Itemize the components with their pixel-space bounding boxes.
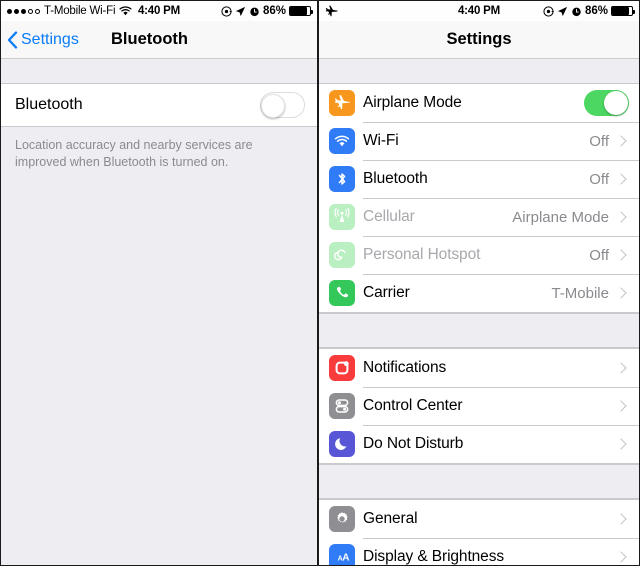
- chevron-right-icon: [615, 173, 627, 185]
- group-spacer: [319, 464, 639, 499]
- do-not-disturb-moon-icon: [329, 431, 355, 457]
- chevron-right-icon: [615, 513, 627, 525]
- row-separator: [363, 122, 639, 123]
- settings-row-personal-hotspot: Personal Hotspot Off: [319, 236, 639, 274]
- control-center-icon: [329, 393, 355, 419]
- settings-groups: Airplane Mode Wi-Fi Off Bluetooth Off Cellula…: [319, 83, 639, 565]
- back-button[interactable]: Settings: [1, 31, 79, 49]
- chevron-right-icon: [615, 135, 627, 147]
- status-bar-indicators-right: 86%: [543, 5, 635, 17]
- back-button-label: Settings: [21, 30, 79, 48]
- settings-row-label: Bluetooth: [363, 170, 428, 187]
- settings-row-do-not-disturb[interactable]: Do Not Disturb: [319, 425, 639, 463]
- personal-hotspot-icon: [329, 242, 355, 268]
- row-separator: [363, 538, 639, 539]
- chevron-left-icon: [7, 30, 18, 49]
- dual-screenshot: T-Mobile Wi-Fi 4:40 PM 86% Settings Blue…: [0, 0, 640, 566]
- settings-group: Airplane Mode Wi-Fi Off Bluetooth Off Cellula…: [319, 83, 639, 313]
- battery-icon: [289, 6, 313, 16]
- settings-row-label: Airplane Mode: [363, 94, 462, 111]
- location-arrow-icon: [235, 6, 246, 17]
- alarm-clock-icon: [249, 6, 260, 17]
- battery-icon: [611, 6, 635, 16]
- bluetooth-toggle-switch[interactable]: [260, 92, 305, 118]
- settings-row-label: Cellular: [363, 208, 415, 225]
- settings-row-label: Carrier: [363, 284, 410, 301]
- settings-row-value: T-Mobile: [551, 284, 609, 302]
- top-spacer: [1, 59, 317, 83]
- svg-text:A: A: [342, 552, 349, 563]
- airplane-mode-toggle-switch[interactable]: [584, 90, 629, 116]
- settings-group: Notifications Control Center Do Not Distur…: [319, 348, 639, 464]
- alarm-clock-icon: [571, 6, 582, 17]
- bluetooth-settings-screen: T-Mobile Wi-Fi 4:40 PM 86% Settings Blue…: [0, 0, 318, 566]
- status-bar-indicators-left: 86%: [221, 5, 313, 17]
- chevron-right-icon: [615, 438, 627, 450]
- row-separator: [363, 160, 639, 161]
- battery-percent-label: 86%: [262, 5, 286, 17]
- settings-row-display-brightness[interactable]: A A Display & Brightness: [319, 538, 639, 565]
- notifications-icon: [329, 355, 355, 381]
- row-separator: [363, 425, 639, 426]
- location-arrow-icon: [557, 6, 568, 17]
- settings-row-wi-fi[interactable]: Wi-Fi Off: [319, 122, 639, 160]
- settings-row-bluetooth[interactable]: Bluetooth Off: [319, 160, 639, 198]
- settings-row-label: Control Center: [363, 397, 463, 414]
- settings-row-value: Off: [589, 246, 609, 264]
- chevron-right-icon: [615, 400, 627, 412]
- chevron-right-icon: [615, 551, 627, 563]
- gear-icon: [329, 506, 355, 532]
- settings-row-label: Wi-Fi: [363, 132, 399, 149]
- battery-percent-label: 86%: [584, 5, 608, 17]
- settings-row-cellular: Cellular Airplane Mode: [319, 198, 639, 236]
- rotation-lock-icon: [543, 5, 554, 17]
- display-brightness-aa-icon: AA: [329, 544, 355, 565]
- settings-main-screen: 4:40 PM 86% Settings Airplane Mode Wi-Fi…: [318, 0, 640, 566]
- settings-row-label: Do Not Disturb: [363, 435, 464, 452]
- settings-row-notifications[interactable]: Notifications: [319, 349, 639, 387]
- settings-row-control-center[interactable]: Control Center: [319, 387, 639, 425]
- bluetooth-icon: [329, 166, 355, 192]
- row-separator: [363, 274, 639, 275]
- settings-row-carrier[interactable]: Carrier T-Mobile: [319, 274, 639, 312]
- row-separator: [363, 198, 639, 199]
- page-title: Settings: [446, 30, 512, 48]
- status-bar-left: T-Mobile Wi-Fi 4:40 PM 86%: [1, 1, 317, 21]
- chevron-right-icon: [615, 362, 627, 374]
- settings-row-airplane-mode[interactable]: Airplane Mode: [319, 84, 639, 122]
- toggle-knob: [261, 94, 285, 118]
- settings-row-label: Notifications: [363, 359, 447, 376]
- navigation-bar-left: Settings Bluetooth: [1, 21, 317, 59]
- settings-row-value: Off: [589, 170, 609, 188]
- cellular-antenna-icon: [329, 204, 355, 230]
- bluetooth-toggle-row[interactable]: Bluetooth: [1, 83, 317, 127]
- row-separator: [363, 387, 639, 388]
- settings-row-label: Personal Hotspot: [363, 246, 481, 263]
- status-bar-right: 4:40 PM 86%: [319, 1, 639, 21]
- settings-row-value: Airplane Mode: [512, 208, 609, 226]
- chevron-right-icon: [615, 211, 627, 223]
- chevron-right-icon: [615, 287, 627, 299]
- airplane-icon: [329, 90, 355, 116]
- rotation-lock-icon: [221, 5, 232, 17]
- group-spacer: [319, 313, 639, 348]
- page-title: Bluetooth: [111, 30, 188, 48]
- navigation-bar-right: Settings: [319, 21, 639, 59]
- toggle-knob: [604, 91, 628, 115]
- chevron-right-icon: [615, 249, 627, 261]
- bluetooth-row-label: Bluetooth: [15, 96, 83, 113]
- settings-row-label: General: [363, 510, 418, 527]
- bluetooth-footnote: Location accuracy and nearby services ar…: [1, 127, 317, 171]
- row-separator: [363, 236, 639, 237]
- phone-handset-icon: [329, 280, 355, 306]
- settings-list: Airplane Mode Wi-Fi Off Bluetooth Off Cellula…: [319, 59, 639, 565]
- settings-group: General A A Display & Brightness: [319, 499, 639, 565]
- wifi-icon: [329, 128, 355, 154]
- settings-row-label: Display & Brightness: [363, 548, 505, 565]
- settings-row-general[interactable]: General: [319, 500, 639, 538]
- settings-row-value: Off: [589, 132, 609, 150]
- top-spacer: [319, 59, 639, 83]
